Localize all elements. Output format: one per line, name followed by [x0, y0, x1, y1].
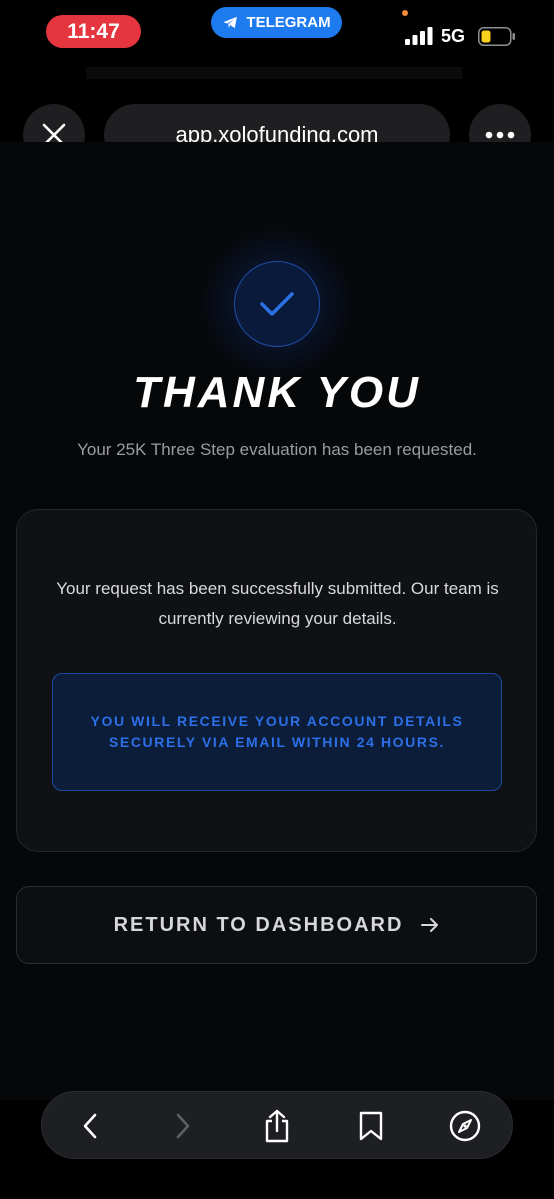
back-icon: [83, 1113, 97, 1139]
telegram-icon: [223, 16, 238, 29]
email-notice: YOU WILL RECEIVE YOUR ACCOUNT DETAILS SE…: [52, 673, 502, 791]
bookmarks-icon: [359, 1111, 383, 1141]
privacy-indicator: [402, 10, 408, 16]
back-app-label: TELEGRAM: [246, 14, 331, 31]
compass-icon: [449, 1110, 481, 1142]
network-type: 5G: [441, 26, 466, 46]
return-to-dashboard-button[interactable]: RETURN TO DASHBOARD: [16, 886, 537, 964]
battery-icon: [478, 27, 515, 46]
browser-bar: app.xolofunding.com: [0, 86, 554, 166]
confirmation-card: Your request has been successfully submi…: [16, 509, 537, 852]
email-notice-text: YOU WILL RECEIVE YOUR ACCOUNT DETAILS SE…: [90, 713, 464, 750]
status-time: 11:47: [67, 19, 120, 43]
status-bar: 11:47 TELEGRAM 5G: [0, 0, 554, 79]
more-icon: [485, 131, 515, 139]
success-badge: [234, 261, 320, 347]
tabs-compass-button[interactable]: [445, 1106, 485, 1146]
dashboard-button-label: RETURN TO DASHBOARD: [113, 913, 404, 936]
arrow-right-icon: [421, 918, 439, 932]
page-content: THANK YOU Your 25K Three Step evaluation…: [0, 142, 554, 1100]
page-top-strip: [86, 67, 462, 79]
forward-button[interactable]: [163, 1106, 203, 1146]
bookmarks-button[interactable]: [351, 1106, 391, 1146]
checkmark-icon: [260, 292, 294, 316]
card-message: Your request has been successfully submi…: [56, 579, 499, 628]
time-pill[interactable]: 11:47: [46, 15, 141, 48]
page-subtitle: Your 25K Three Step evaluation has been …: [77, 440, 477, 459]
share-button[interactable]: [257, 1106, 297, 1146]
forward-icon: [176, 1113, 190, 1139]
signal-icon: [405, 27, 433, 45]
back-to-telegram-pill[interactable]: TELEGRAM: [211, 7, 342, 38]
page-title: THANK YOU: [133, 368, 421, 417]
browser-toolbar: [41, 1091, 513, 1159]
share-icon: [265, 1109, 289, 1143]
back-button[interactable]: [70, 1106, 110, 1146]
